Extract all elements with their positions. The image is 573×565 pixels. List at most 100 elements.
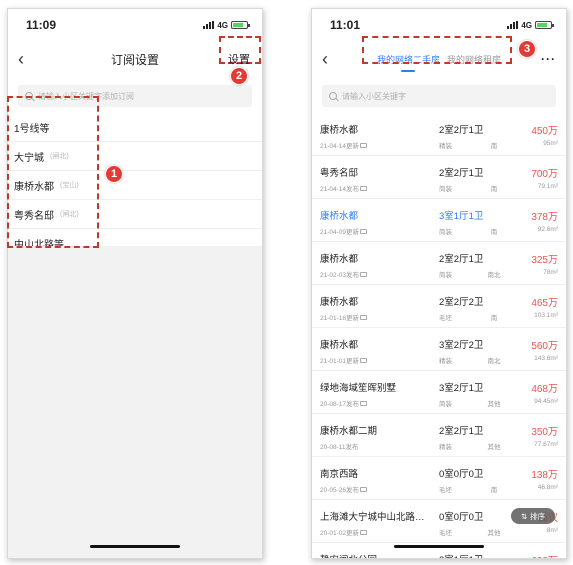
listing-price: 465万 xyxy=(531,298,558,309)
listing-item[interactable]: 粤秀名邸 21-04-14发布 2室2厅1卫 简装 南 700万 79.1m² xyxy=(312,156,566,199)
listing-orientation: 其他 xyxy=(487,444,501,451)
listing-date: 20-01-02更新 xyxy=(320,527,368,537)
listing-date: 21-04-09更新 xyxy=(320,226,368,236)
settings-button[interactable]: 设置 xyxy=(228,51,250,67)
photo-icon xyxy=(360,400,368,406)
search-icon xyxy=(329,92,337,100)
battery-icon xyxy=(231,21,250,29)
listing-area: 78m² xyxy=(543,269,558,276)
listing-decoration: 毛坯 xyxy=(439,487,452,494)
listing-orientation: 其他 xyxy=(487,401,501,408)
listing-date-text: 21-01-18更新 xyxy=(320,315,360,322)
listing-decoration: 精装 xyxy=(439,358,452,365)
photo-icon xyxy=(360,142,368,148)
listing-area: 94.45m² xyxy=(534,398,558,405)
listing-date: 20-08-11发布 xyxy=(320,441,359,451)
listing-date-text: 20-05-26发布 xyxy=(320,487,360,494)
listing-decoration: 毛坯 xyxy=(439,530,452,537)
annotation-box-3 xyxy=(362,36,512,64)
listing-area: 77.87m² xyxy=(534,441,558,448)
listing-orientation: 南 xyxy=(490,315,498,322)
listing-layout: 3室1厅1卫 xyxy=(439,211,484,222)
listing-orientation: 南北 xyxy=(487,358,501,365)
listing-area: 143.6m² xyxy=(534,355,558,362)
empty-area xyxy=(8,246,262,558)
listing-price: 560万 xyxy=(531,341,558,352)
listing-orientation: 南 xyxy=(490,143,498,150)
photo-icon xyxy=(360,185,368,191)
listing-orientation: 南北 xyxy=(487,272,501,279)
listing-area: 8m² xyxy=(546,527,558,534)
listing-area: 95m² xyxy=(543,140,558,147)
more-icon[interactable]: ··· xyxy=(541,52,556,66)
signal-icon xyxy=(507,21,519,29)
listing-layout: 2室2厅1卫 xyxy=(439,168,484,179)
status-time: 11:09 xyxy=(26,18,57,32)
listing-name: 康桥水都 xyxy=(320,125,359,136)
listing-layout: 2室2厅1卫 xyxy=(439,254,484,265)
listing-layout: 2室2厅2卫 xyxy=(439,297,484,308)
listing-item[interactable]: 绿地海域笙晖别墅 20-08-17发布 3室2厅1卫简装 其他 468万 94.45m² xyxy=(312,371,566,414)
listing-orientation: 南 xyxy=(490,186,498,193)
listing-decoration: 简装 xyxy=(439,401,452,408)
listing-date: 21-01-18更新 xyxy=(320,312,368,322)
listing-price: 378万 xyxy=(531,212,558,223)
listing-decoration: 简装 xyxy=(439,229,452,236)
listing-decoration: 精装 xyxy=(439,444,452,451)
listing-name: 康桥水都 xyxy=(320,340,359,351)
listing-date: 21-04-14发布 xyxy=(320,183,368,193)
sort-button[interactable]: ⇅ 排序 xyxy=(511,508,555,524)
listing-area: 92.6m² xyxy=(537,226,558,233)
listing-name: 康桥水都 xyxy=(320,297,359,308)
listing-date: 21-01-01更新 xyxy=(320,355,368,365)
sort-label: 排序 xyxy=(530,511,546,521)
listing-layout: 2室1厅1卫 xyxy=(439,552,483,558)
listing-date-text: 21-04-09更新 xyxy=(320,229,360,236)
listing-item[interactable]: 康桥水都 21-01-18更新 2室2厅2卫 毛坯 南 465万 103.1m² xyxy=(312,285,566,328)
listing-name: 南京西路 xyxy=(320,469,359,480)
signal-icon xyxy=(203,21,215,29)
listing-name: 康桥水都 xyxy=(320,254,359,265)
listing-item[interactable]: 康桥水都二期 20-08-11发布 2室2厅1卫 精装 其他 350万 77.87m² xyxy=(312,414,566,457)
listing-name: 绿地海域笙晖别墅 xyxy=(320,383,397,394)
photo-icon xyxy=(360,357,368,363)
listing-price: 468万 xyxy=(531,384,558,395)
listing-item[interactable]: 康桥水都 21-04-09更新 3室1厅1卫简装 南 378万 92.6m² xyxy=(312,199,566,242)
listing-name: 康桥水都 xyxy=(320,211,359,222)
listing-item[interactable]: 康桥水都 21-02-03发布 2室2厅1卫简装 南北 325万 78m² xyxy=(312,242,566,285)
back-icon[interactable]: ‹ xyxy=(18,50,42,68)
sort-icon: ⇅ xyxy=(520,511,528,521)
listing-name: 上海滩大宁城中山北路… xyxy=(320,512,425,523)
listing-item[interactable]: 康桥水都 21-01-01更新 3室2厅2卫 精装 南北 560万 143.6m² xyxy=(312,328,566,371)
my-listings-screen: 11:01 4G ‹ 我的网络二手房 我的网络租房 ··· 请输入小区关键字 康… xyxy=(311,8,567,559)
listing-decoration: 简装 xyxy=(439,272,452,279)
home-indicator xyxy=(394,545,484,548)
listing-orientation: 南 xyxy=(490,229,498,236)
search-input[interactable]: 请输入小区关键字 xyxy=(322,85,556,107)
listing-date: 20-08-17发布 xyxy=(320,398,368,408)
listing-date-text: 21-04-14更新 xyxy=(320,143,360,150)
listing-date: 21-04-14更新 xyxy=(320,140,368,150)
listing-date-text: 21-01-01更新 xyxy=(320,358,360,365)
listing-layout: 3室2厅1卫 xyxy=(439,383,484,394)
listing-date-text: 20-08-11发布 xyxy=(320,444,359,451)
listing-layout: 2室2厅1卫 xyxy=(439,125,484,136)
search-placeholder: 请输入小区关键字 xyxy=(342,91,406,101)
listing-decoration: 毛坯 xyxy=(439,315,452,322)
listing-date: 21-02-03发布 xyxy=(320,269,368,279)
listing-item[interactable]: 康桥水都 21-04-14更新 2室2厅1卫 精装 南 450万 95m² xyxy=(312,113,566,156)
annotation-badge-1: 1 xyxy=(105,165,123,183)
listing-date-text: 20-01-02更新 xyxy=(320,530,360,537)
listing-item[interactable]: 南京西路 20-05-26发布 0室0厅0卫 毛坯 南 138万 46.8m² xyxy=(312,457,566,500)
home-indicator xyxy=(90,545,180,548)
listing-price: 638万 xyxy=(531,552,558,558)
listing-name: 康桥水都二期 xyxy=(320,426,378,437)
photo-icon xyxy=(360,486,368,492)
listing-orientation: 其他 xyxy=(487,530,501,537)
subscription-settings-screen: 11:09 4G ‹ 订阅设置 设置 请输入小区关键字添加订阅 1号线等 大宁城(… xyxy=(7,8,263,559)
listing-layout: 2室2厅1卫 xyxy=(439,426,484,437)
battery-icon xyxy=(535,21,554,29)
listing-price: 700万 xyxy=(531,169,558,180)
listing-price: 325万 xyxy=(531,255,558,266)
status-time: 11:01 xyxy=(330,18,361,32)
